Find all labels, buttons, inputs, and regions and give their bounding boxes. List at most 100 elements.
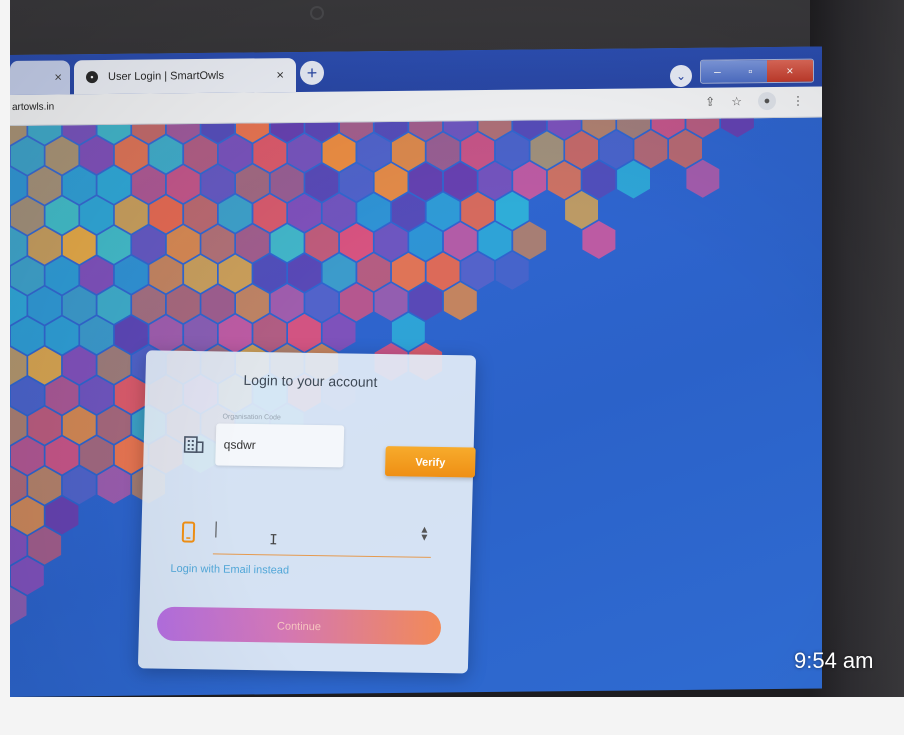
hexagon-tile bbox=[10, 436, 44, 475]
hexagon-tile bbox=[374, 283, 408, 322]
hexagon-tile bbox=[582, 160, 616, 199]
hexagon-tile bbox=[374, 163, 408, 202]
tab-search-icon[interactable]: ⌄ bbox=[670, 64, 692, 88]
hexagon-tile bbox=[253, 134, 287, 173]
hexagon-tile bbox=[201, 224, 235, 263]
stepper-icon[interactable]: ▴ ▾ bbox=[421, 522, 428, 544]
address-bar[interactable]: artowls.in bbox=[12, 102, 54, 113]
hexagon-tile bbox=[10, 556, 44, 595]
hexagon-tile bbox=[288, 313, 321, 352]
hexagon-tile bbox=[218, 194, 252, 233]
hexagon-tile bbox=[97, 405, 131, 444]
verify-button[interactable]: Verify bbox=[384, 446, 476, 478]
new-tab-button[interactable]: + bbox=[300, 60, 324, 85]
hexagon-tile bbox=[409, 222, 443, 261]
hexagon-tile bbox=[495, 191, 529, 230]
hexagon-tile bbox=[495, 251, 529, 290]
hexagon-tile bbox=[10, 316, 44, 355]
hexagon-tile bbox=[97, 285, 131, 324]
hexagon-tile bbox=[513, 221, 547, 260]
close-window-button[interactable]: × bbox=[766, 59, 813, 83]
hexagon-tile bbox=[236, 224, 269, 263]
hexagon-tile bbox=[443, 222, 477, 261]
hexagon-tile bbox=[686, 159, 720, 198]
hexagon-tile bbox=[45, 436, 79, 475]
star-icon[interactable]: ☆ bbox=[731, 94, 742, 108]
tab-previous[interactable]: × bbox=[10, 60, 70, 95]
hexagon-tile bbox=[45, 376, 79, 415]
hexagon-tile bbox=[565, 131, 598, 170]
hexagon-tile bbox=[409, 162, 443, 201]
organisation-code-field[interactable]: Organisation Code qsdwr bbox=[215, 414, 345, 468]
hexagon-tile bbox=[495, 131, 529, 170]
hexagon-tile bbox=[149, 255, 183, 294]
close-icon[interactable]: × bbox=[54, 69, 62, 84]
hexagon-tile bbox=[114, 195, 148, 234]
toolbar-icons: ⇪ ☆ ● ⋮ bbox=[705, 91, 804, 111]
hexagon-tile bbox=[80, 256, 114, 295]
login-with-email-link[interactable]: Login with Email instead bbox=[170, 563, 289, 577]
monitor-bezel bbox=[810, 0, 904, 697]
hexagon-tile bbox=[45, 136, 79, 175]
hexagon-tile bbox=[62, 466, 96, 505]
hexagon-tile bbox=[322, 253, 356, 292]
hexagon-tile bbox=[288, 253, 321, 292]
login-card: Login to your account Organisation Code … bbox=[137, 350, 477, 674]
hexagon-tile bbox=[270, 224, 304, 263]
hexagon-tile bbox=[28, 526, 62, 565]
hexagon-tile bbox=[357, 253, 391, 292]
hexagon-tile bbox=[513, 161, 547, 200]
share-icon[interactable]: ⇪ bbox=[705, 95, 715, 109]
hexagon-tile bbox=[149, 195, 183, 234]
hexagon-tile bbox=[10, 196, 44, 235]
hexagon-tile bbox=[340, 223, 373, 262]
hexagon-tile bbox=[340, 163, 373, 202]
continue-button[interactable]: Continue bbox=[156, 606, 442, 646]
hexagon-tile bbox=[236, 284, 269, 323]
close-icon[interactable]: × bbox=[276, 67, 284, 82]
hexagon-tile bbox=[28, 346, 62, 385]
hexagon-tile bbox=[28, 166, 62, 205]
hexagon-tile bbox=[461, 132, 495, 171]
hexagon-tile bbox=[391, 132, 425, 171]
hexagon-tile bbox=[374, 223, 408, 262]
hexagon-tile bbox=[253, 194, 287, 233]
hexagon-tile bbox=[721, 117, 754, 138]
hexagon-tile bbox=[443, 162, 477, 201]
hexagon-tile bbox=[114, 135, 148, 174]
window-controls: – ▫ × bbox=[700, 58, 814, 84]
organisation-code-value[interactable]: qsdwr bbox=[224, 438, 256, 453]
hexagon-tile bbox=[62, 346, 96, 385]
hexagon-tile bbox=[201, 164, 235, 203]
login-page: Login to your account Organisation Code … bbox=[10, 117, 822, 697]
hexagon-tile bbox=[114, 315, 148, 354]
hexagon-tile bbox=[305, 283, 339, 322]
phone-icon bbox=[181, 521, 196, 543]
hexagon-tile bbox=[62, 406, 96, 445]
hexagon-tile bbox=[218, 134, 252, 173]
hexagon-tile bbox=[443, 282, 477, 321]
hexagon-tile bbox=[288, 193, 321, 232]
tab-active[interactable]: • User Login | SmartOwls × bbox=[74, 58, 296, 95]
browser-window: × • User Login | SmartOwls × + ⌄ – ▫ × a… bbox=[10, 46, 822, 697]
hexagon-tile bbox=[166, 285, 200, 324]
timestamp-overlay: 9:54 am bbox=[794, 648, 874, 673]
hexagon-tile bbox=[80, 376, 114, 415]
hexagon-tile bbox=[565, 191, 598, 230]
text-caret bbox=[215, 521, 217, 538]
hexagon-tile bbox=[28, 406, 62, 445]
hexagon-tile bbox=[97, 465, 131, 504]
minimize-button[interactable]: – bbox=[701, 60, 734, 83]
hexagon-tile bbox=[461, 252, 495, 291]
hexagon-tile bbox=[28, 226, 62, 265]
mobile-number-input[interactable]: I ▴ ▾ bbox=[212, 517, 432, 558]
menu-icon[interactable]: ⋮ bbox=[792, 94, 804, 108]
maximize-button[interactable]: ▫ bbox=[733, 60, 767, 83]
hexagon-tile bbox=[45, 196, 79, 235]
profile-icon[interactable]: ● bbox=[758, 91, 776, 111]
hexagon-tile bbox=[132, 285, 165, 324]
hexagon-tile bbox=[184, 255, 217, 294]
hexagon-tile bbox=[426, 252, 460, 291]
hexagon-tile bbox=[305, 163, 339, 202]
hexagon-tile bbox=[305, 223, 339, 262]
